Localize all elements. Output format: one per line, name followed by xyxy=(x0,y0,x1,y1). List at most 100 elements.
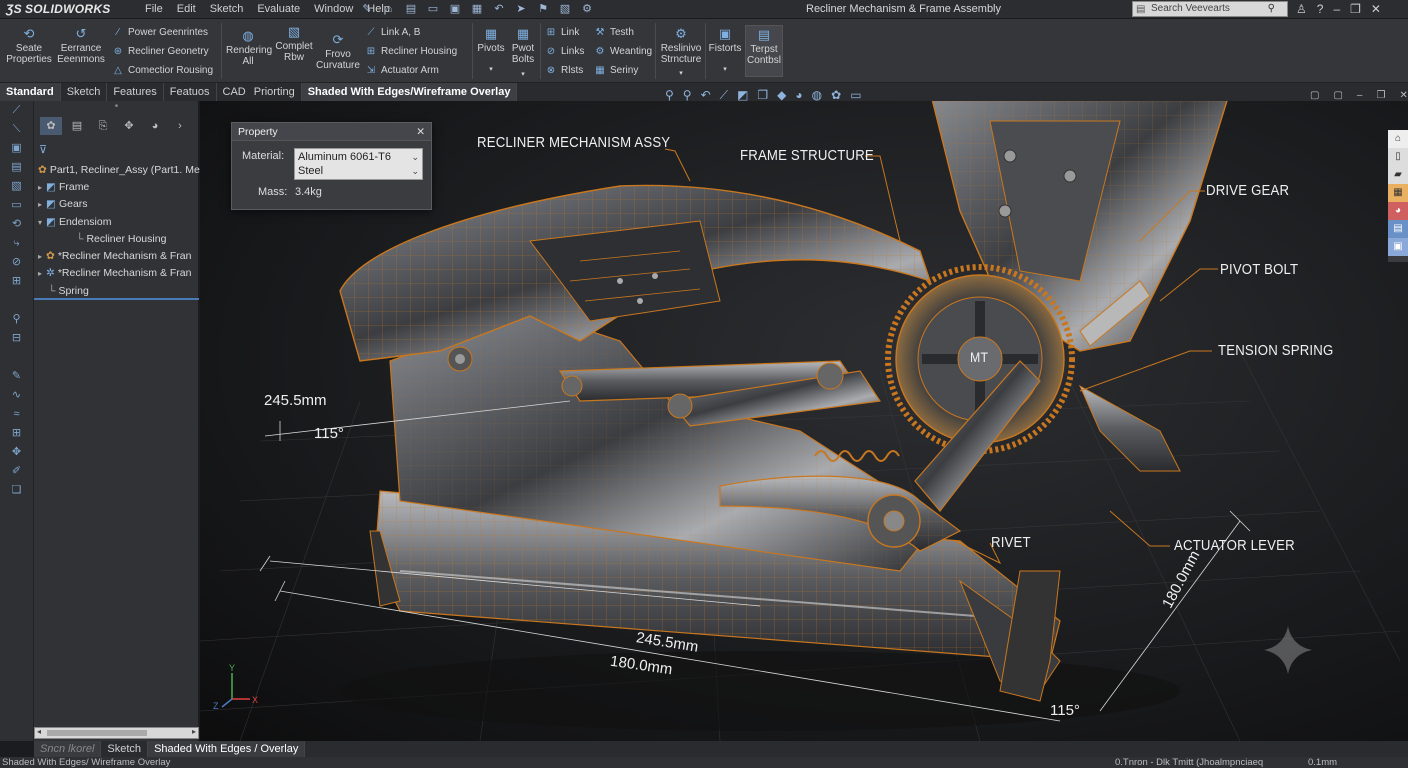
pivots-button[interactable]: ▦ Pivots ▾ xyxy=(476,27,506,75)
view-settings-icon[interactable]: ▭ xyxy=(850,88,861,103)
complete-row-button[interactable]: ▧ Complet Rbw xyxy=(272,25,316,64)
table-tool-icon[interactable]: ▤ xyxy=(0,158,33,177)
home-icon[interactable]: ⌂ xyxy=(382,2,396,16)
undo-icon[interactable]: ↶ xyxy=(492,2,506,16)
print-icon[interactable]: ▦ xyxy=(470,2,484,16)
property-manager-tab-icon[interactable]: ▤ xyxy=(66,117,88,135)
custom-properties-icon[interactable]: ▤ xyxy=(1388,220,1408,238)
menu-sketch[interactable]: Sketch xyxy=(203,0,251,19)
tab-bottom-shaded[interactable]: Shaded With Edges / Overlay xyxy=(148,741,306,757)
chevron-right-icon[interactable]: › xyxy=(174,117,186,135)
zoom-to-fit-icon[interactable]: ⚲ xyxy=(665,88,674,103)
display-style-icon[interactable]: ◆ xyxy=(777,88,786,103)
zoom-area-icon[interactable]: ⚲ xyxy=(683,88,692,103)
pattern-tool-icon[interactable]: ⊞ xyxy=(0,272,33,291)
rotate-tool-icon[interactable]: ⟲ xyxy=(0,215,33,234)
teeth-button[interactable]: ⚒ Testh xyxy=(594,27,634,39)
expand-arrow-icon[interactable]: ▸ xyxy=(38,252,42,261)
menu-window[interactable]: Window xyxy=(307,0,360,19)
tree-item-spring[interactable]: └ Spring xyxy=(38,285,89,298)
terpst-control-button[interactable]: ▤ Terpst Contbsl xyxy=(745,25,783,77)
tab-shaded-with-edges[interactable]: Shaded With Edges/Wireframe Overlay xyxy=(301,83,518,101)
minimize-icon[interactable]: – xyxy=(1333,0,1340,19)
filter-icon[interactable]: ⊽ xyxy=(39,143,47,156)
close-icon[interactable]: ✕ xyxy=(1371,0,1381,19)
viewport-maximize-icon[interactable]: ❐ xyxy=(1376,90,1385,101)
tab-bottom-sketch[interactable]: Sketch xyxy=(101,741,149,757)
tree-horizontal-scrollbar[interactable]: ◂ ▸ xyxy=(34,727,199,739)
fistorts-button[interactable]: ▣ Fistorts ▾ xyxy=(708,27,742,75)
tab-model[interactable]: Sncn lkorel xyxy=(34,741,102,757)
home-icon[interactable]: ⌂ xyxy=(1388,130,1408,148)
pin-icon[interactable]: ✎ xyxy=(360,2,374,16)
dynamic-annotation-icon[interactable]: ◩ xyxy=(737,88,748,103)
rectangle-tool-icon[interactable]: ▭ xyxy=(0,196,33,215)
brush-tool-icon[interactable]: ✐ xyxy=(0,462,33,481)
line-tool-icon[interactable]: ⟍ xyxy=(0,120,33,139)
status-units[interactable]: 0.1mm xyxy=(1308,757,1337,768)
search-input[interactable]: ▤ Search Veevearts ⚲ xyxy=(1132,1,1288,17)
recliner-structure-button[interactable]: ⚙ Reslinivo Strncture ▾ xyxy=(658,27,704,79)
tree-item-recliner-mechanism-2[interactable]: ▸ ✲ *Recliner Mechanism & Fran xyxy=(38,267,191,280)
link-ab-button[interactable]: ⟋ Link A, B xyxy=(365,27,421,39)
tab-cad[interactable]: CAD xyxy=(217,83,248,101)
user-icon[interactable]: ♙ xyxy=(1296,0,1307,19)
recliner-geometry-button[interactable]: ⊛ Recliner Geonetry xyxy=(112,46,209,58)
viewport-tile-icon[interactable]: ▢ xyxy=(1333,90,1342,101)
viewport-close-icon[interactable]: ✕ xyxy=(1399,90,1407,101)
tree-grip-icon[interactable]: • xyxy=(34,101,199,115)
rendering-all-button[interactable]: ◍ Rendering All xyxy=(226,29,272,68)
help-icon[interactable]: ? xyxy=(1317,0,1324,19)
seate-properties-button[interactable]: ⟲ Seate Properties xyxy=(6,27,52,66)
hide-show-icon[interactable]: ◕ xyxy=(795,88,802,103)
smooth-tool-icon[interactable]: ≈ xyxy=(0,405,33,424)
expand-arrow-icon[interactable]: ▸ xyxy=(38,200,42,209)
recliner-housing-button[interactable]: ⊞ Recliner Housing xyxy=(365,46,457,58)
fillet-tool-icon[interactable]: ⤷ xyxy=(0,234,33,253)
resources-icon[interactable]: ▯ xyxy=(1388,148,1408,166)
seat-frame[interactable] xyxy=(339,184,932,362)
folder-icon[interactable]: ▰ xyxy=(1388,166,1408,184)
chevron-down-icon[interactable]: ⌄ xyxy=(411,150,419,164)
section-view-icon[interactable]: ⟋ xyxy=(720,88,728,103)
open-folder-icon[interactable]: ▭ xyxy=(426,2,440,16)
grid-tool-icon[interactable]: ⊞ xyxy=(0,424,33,443)
box-tool-icon[interactable]: ▣ xyxy=(0,139,33,158)
tab-featuos[interactable]: Featuos xyxy=(164,83,217,101)
close-icon[interactable]: ✕ xyxy=(416,123,425,141)
curve-tool-icon[interactable]: ∿ xyxy=(0,386,33,405)
actuator-arm-button[interactable]: ⇲ Actuator Arm xyxy=(365,65,439,77)
material-select[interactable]: Aluminum 6061-T6 Steel ⌄ ⌄ xyxy=(294,148,423,180)
connector-housing-button[interactable]: △ Comectior Rousing xyxy=(112,65,213,77)
mate-tool-icon[interactable]: ⊘ xyxy=(0,253,33,272)
spring-button[interactable]: ▦ Seriny xyxy=(594,65,638,77)
previous-view-icon[interactable]: ↶ xyxy=(701,88,711,103)
measure-tool-icon[interactable]: ⚲ xyxy=(0,310,33,329)
tree-root[interactable]: ✿ Part1, Recliner_Assy (Part1. Mecr xyxy=(38,164,209,177)
menu-evaluate[interactable]: Evaluate xyxy=(250,0,307,19)
save-icon[interactable]: ▣ xyxy=(448,2,462,16)
rivets-button[interactable]: ⊗ Rlsts xyxy=(545,65,583,77)
expand-arrow-icon[interactable]: ▸ xyxy=(38,183,42,192)
apply-scene-icon[interactable]: ✿ xyxy=(831,88,841,103)
feature-manager-tab-icon[interactable]: ✿ xyxy=(40,117,62,135)
scroll-right-icon[interactable]: ▸ xyxy=(192,727,196,736)
menu-edit[interactable]: Edit xyxy=(170,0,203,19)
power-geometry-button[interactable]: ∕ Power Geenrintes xyxy=(112,27,208,39)
sketch-tool-icon[interactable]: ⟋ xyxy=(0,101,33,120)
tab-features[interactable]: Features xyxy=(107,83,164,101)
maximize-icon[interactable]: ❐ xyxy=(1350,0,1361,19)
drag-tool-icon[interactable]: ✥ xyxy=(0,443,33,462)
viewport-restore-icon[interactable]: ▢ xyxy=(1310,90,1319,101)
menu-file[interactable]: File xyxy=(138,0,170,19)
rebuild-icon[interactable]: ⚑ xyxy=(536,2,550,16)
display-manager-tab-icon[interactable]: ◕ xyxy=(144,117,166,135)
tree-item-recliner-mechanism-1[interactable]: ▸ ✿ *Recliner Mechanism & Fran xyxy=(38,250,191,263)
tree-item-frame[interactable]: ▸ ◩ Frame xyxy=(38,181,89,194)
file-properties-icon[interactable]: ▧ xyxy=(558,2,572,16)
select-cursor-icon[interactable]: ➤ xyxy=(514,2,528,16)
tree-item-endensiom[interactable]: ▾ ◩ Endensiom xyxy=(38,216,111,229)
view-orientation-triad[interactable]: Y X Z xyxy=(213,663,258,711)
options-gear-icon[interactable]: ⚙ xyxy=(580,2,594,16)
forum-icon[interactable]: ▣ xyxy=(1388,238,1408,256)
